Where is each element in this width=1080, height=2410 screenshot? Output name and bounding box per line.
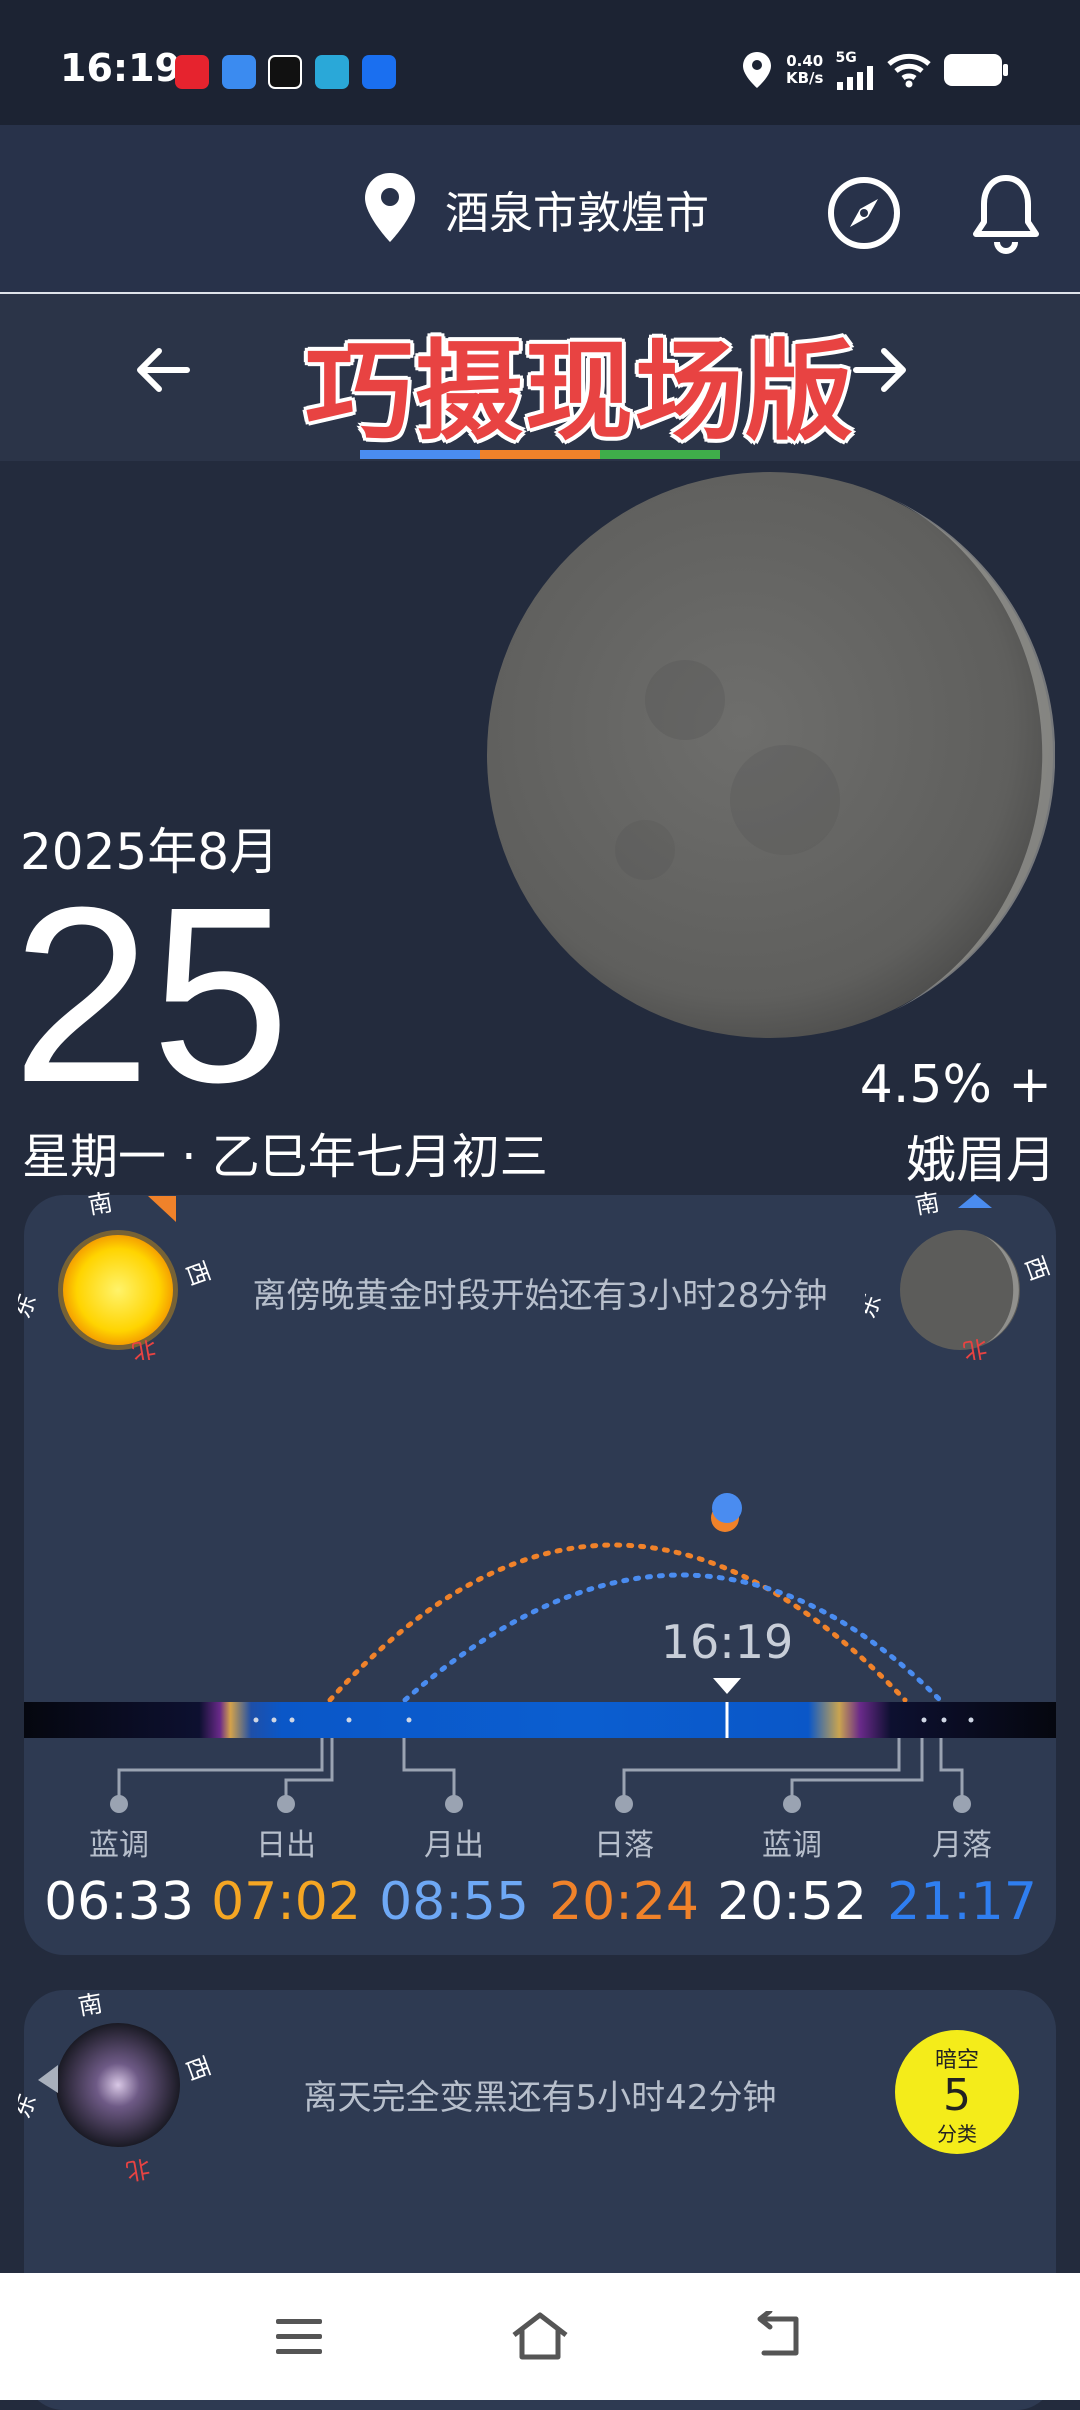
event-moonrise: 月出 08:55: [369, 1820, 539, 1932]
event-time: 21:17: [887, 1872, 1037, 1932]
moon-dir-west: 西: [1019, 1252, 1054, 1284]
galaxy-icon: [56, 2023, 180, 2147]
event-sunrise: 日出 07:02: [201, 1820, 371, 1932]
sun-dir-west: 西: [180, 1257, 215, 1289]
galaxy-direction-widget[interactable]: 南 西 东 北: [18, 1985, 218, 2185]
v-app-icon: [362, 55, 396, 89]
timeline-bar: [24, 1702, 1056, 1738]
current-time-label: 16:19: [661, 1615, 794, 1669]
indicator-green: [600, 450, 720, 459]
moon-position-dot: [712, 1493, 742, 1523]
event-time: 06:33: [44, 1872, 194, 1932]
galaxy-dir-north: 北: [124, 2153, 152, 2185]
event-name: 蓝调: [89, 1828, 149, 1863]
arrow-left-icon[interactable]: [135, 345, 191, 395]
location-name[interactable]: 酒泉市敦煌市: [445, 177, 709, 241]
sun-icon: [63, 1235, 173, 1345]
moon-dir-east: 东: [865, 1290, 887, 1322]
moon-phase-name: 娥眉月: [906, 1131, 1056, 1189]
moon-direction-marker: [958, 1194, 992, 1208]
event-time: 20:24: [549, 1872, 699, 1932]
status-time: 16:19: [60, 46, 181, 90]
status-right-group: 0.40 KB/s 5G: [740, 48, 1009, 92]
event-name: 月落: [932, 1828, 992, 1863]
capcut-icon: [268, 55, 302, 89]
indicator-blue: [360, 450, 480, 459]
event-name: 日落: [594, 1828, 654, 1863]
net-speed-value: 0.40: [786, 52, 824, 70]
cloud-icon: [315, 55, 349, 89]
net-speed-unit: KB/s: [786, 69, 824, 87]
event-moonset: 月落 21:17: [877, 1820, 1047, 1932]
sun-dir-north: 北: [130, 1334, 158, 1360]
net-speed: 0.40 KB/s: [786, 53, 823, 87]
sun-path-arc: [327, 1542, 908, 1703]
galaxy-dir-east: 东: [18, 2090, 42, 2122]
event-blue-hour-morning: 蓝调 06:33: [34, 1820, 204, 1932]
galaxy-direction-marker: [38, 2065, 58, 2093]
event-time: 20:52: [717, 1872, 867, 1932]
event-name: 蓝调: [762, 1828, 822, 1863]
event-name: 月出: [424, 1828, 484, 1863]
wifi-icon: [887, 53, 932, 88]
moon-direction-widget[interactable]: 南 西 东 北: [865, 1190, 1065, 1360]
moon-dir-north: 北: [961, 1333, 989, 1360]
indicator-orange: [480, 450, 600, 459]
event-blue-hour-evening: 蓝调 20:52: [707, 1820, 877, 1932]
current-time-marker: [713, 1678, 741, 1694]
sun-dir-south: 南: [86, 1190, 114, 1220]
date-day: 25: [12, 855, 291, 1134]
day-timeline[interactable]: [24, 1700, 1056, 1820]
galaxy-dir-west: 西: [180, 2052, 215, 2084]
moon-small-icon: [900, 1230, 1020, 1350]
bell-icon[interactable]: [970, 172, 1042, 254]
location-status-icon: [743, 52, 771, 88]
home-icon[interactable]: [510, 2311, 570, 2361]
timeline-connectors: [117, 1738, 964, 1802]
dark-sky-class-badge[interactable]: 暗空 5 分类: [895, 2030, 1019, 2154]
menu-icon[interactable]: [272, 2315, 328, 2359]
signal-group: 5G: [835, 50, 875, 90]
sun-dir-east: 东: [18, 1290, 42, 1322]
location-pin-icon[interactable]: [360, 170, 420, 245]
arrow-right-icon[interactable]: [852, 345, 908, 395]
moon-dir-south: 南: [913, 1190, 941, 1220]
signal-icon: [837, 66, 874, 90]
compass-icon[interactable]: [826, 175, 902, 251]
back-icon[interactable]: [752, 2311, 808, 2361]
moon-illumination: 4.5% +: [859, 1055, 1052, 1115]
timeline-connector-dots: [110, 1795, 971, 1813]
galaxy-dir-south: 南: [76, 1989, 104, 2021]
battery-icon: [944, 54, 1009, 86]
moon-image: [487, 472, 1055, 1038]
sun-moon-path-arcs: 16:19: [327, 1493, 943, 1703]
network-type: 5G: [835, 50, 857, 66]
badge-label-bottom: 分类: [937, 2122, 977, 2146]
event-name: 日出: [256, 1828, 316, 1863]
date-weekday-lunar: 星期一 · 乙巳年七月初三: [22, 1129, 548, 1185]
system-nav-bar: [0, 2273, 1080, 2400]
message-icon: [222, 55, 256, 89]
sun-direction-widget[interactable]: 南 西 东 北: [18, 1190, 218, 1360]
badge-value: 5: [943, 2070, 971, 2121]
event-time: 07:02: [211, 1872, 361, 1932]
sun-direction-marker: [148, 1196, 176, 1222]
banner-title: 巧摄现场版: [304, 330, 855, 455]
xiaohongshu-icon: [175, 55, 209, 89]
tab-indicator: [360, 450, 720, 459]
event-time: 08:55: [379, 1872, 529, 1932]
event-sunset: 日落 20:24: [539, 1820, 709, 1932]
